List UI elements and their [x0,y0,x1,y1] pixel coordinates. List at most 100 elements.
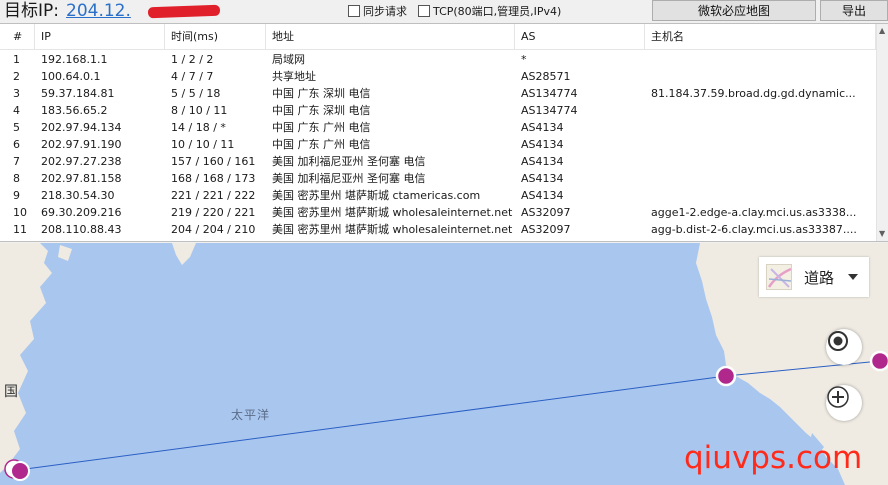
row-ip: 100.64.0.1 [41,70,101,83]
row-index: 3 [13,87,20,100]
row-ip: 183.56.65.2 [41,104,108,117]
row-address: 美国 密苏里州 堪萨斯城 wholesaleinternet.net [272,223,513,236]
row-hostname [645,170,876,187]
table-row[interactable]: 7 202.97.27.238 157 / 160 / 161 美国 加利福尼亚州 圣… [0,153,876,170]
row-index: 7 [13,155,20,168]
tcp-checkbox[interactable]: TCP(80端口,管理员,IPv4) [418,3,561,19]
row-address: 美国 密苏里州 堪萨斯城 wholesaleinternet.net [272,206,513,219]
row-index: 8 [13,172,20,185]
table-row[interactable]: 2 100.64.0.1 4 / 7 / 7 共享地址 AS28571 [0,68,876,85]
table-row[interactable]: 1 192.168.1.1 1 / 2 / 2 局域网 * [0,51,876,68]
table-row[interactable]: 4 183.56.65.2 8 / 10 / 11 中国 广东 深圳 电信 AS1347… [0,102,876,119]
row-as: AS4134 [521,155,564,168]
row-ip: 202.97.94.134 [41,121,122,134]
row-as: AS4134 [521,121,564,134]
table-row[interactable]: 8 202.97.81.158 168 / 168 / 173 美国 加利福尼亚州 圣… [0,170,876,187]
table-header: # IP 时间(ms) 地址 AS 主机名 [0,24,876,50]
row-index: 10 [13,206,27,219]
hop-marker-china[interactable] [4,459,30,481]
row-hostname: 81.184.37.59.broad.dg.gd.dynamic... [651,87,856,100]
row-hostname [645,51,876,68]
row-ip: 208.110.88.43 [41,223,122,236]
table-row[interactable]: 9 218.30.54.30 221 / 221 / 222 美国 密苏里州 堪萨斯城… [0,187,876,204]
row-index: 9 [13,189,20,202]
row-index: 2 [13,70,20,83]
row-hostname [645,119,876,136]
sync-request-checkbox-box[interactable] [348,5,360,17]
route-map[interactable]: 国 太平洋 道路 qiuvps.com [0,243,888,485]
row-address: 中国 广东 深圳 电信 [272,87,371,100]
scroll-down-arrow-icon[interactable]: ▼ [879,229,885,238]
row-address: 中国 广东 广州 电信 [272,121,371,134]
row-hostname [645,68,876,85]
row-address: 共享地址 [272,70,316,83]
row-address: 美国 加利福尼亚州 圣何塞 电信 [272,172,426,185]
row-as: * [521,53,527,66]
row-ip: 69.30.209.216 [41,206,122,219]
column-header-as[interactable]: AS [515,24,645,49]
row-ip: 202.97.27.238 [41,155,122,168]
road-map-icon [766,264,792,290]
hop-marker-kansas-city[interactable] [869,350,888,372]
row-time: 4 / 7 / 7 [171,70,214,83]
row-address: 中国 广东 广州 电信 [272,138,371,151]
column-header-time[interactable]: 时间(ms) [165,24,266,49]
sync-request-label: 同步请求 [363,5,407,18]
row-time: 10 / 10 / 11 [171,138,235,151]
row-as: AS134774 [521,87,578,100]
column-header-address[interactable]: 地址 [266,24,515,49]
top-bar: 目标IP: 204.12. 同步请求 TCP(80端口,管理员,IPv4) 微软… [0,0,888,23]
bing-map-button[interactable]: 微软必应地图 [652,0,816,21]
sync-request-checkbox[interactable]: 同步请求 [348,3,407,19]
target-ip-label: 目标IP: [4,1,59,21]
row-time: 5 / 5 / 18 [171,87,221,100]
row-ip: 59.37.184.81 [41,87,115,100]
column-header-ip[interactable]: IP [35,24,165,49]
route-table: # IP 时间(ms) 地址 AS 主机名 1 192.168.1.1 1 / 2 … [0,23,888,242]
row-as: AS134774 [521,104,578,117]
row-index: 5 [13,121,20,134]
export-button[interactable]: 导出 [820,0,888,21]
row-time: 14 / 18 / * [171,121,226,134]
row-time: 1 / 2 / 2 [171,53,214,66]
row-index: 1 [13,53,20,66]
row-time: 157 / 160 / 161 [171,155,256,168]
tcp-checkbox-box[interactable] [418,5,430,17]
table-row[interactable]: 5 202.97.94.134 14 / 18 / * 中国 广东 广州 电信 AS41… [0,119,876,136]
row-address: 局域网 [272,53,305,66]
row-as: AS4134 [521,172,564,185]
watermark: qiuvps.com [684,440,863,476]
locate-button[interactable] [826,329,862,365]
row-hostname: agge1-2.edge-a.clay.mci.us.as3338... [651,206,857,219]
row-as: AS4134 [521,189,564,202]
row-ip: 202.97.81.158 [41,172,122,185]
row-hostname [645,136,876,153]
row-as: AS32097 [521,223,571,236]
besttrace-window: 目标IP: 204.12. 同步请求 TCP(80端口,管理员,IPv4) 微软… [0,0,888,485]
table-row[interactable]: 11 208.110.88.43 204 / 204 / 210 美国 密苏里州 堪萨… [0,221,876,238]
table-scrollbar[interactable]: ▲ ▼ [876,24,888,241]
hop-marker-china-dot [10,461,30,481]
table-row[interactable]: 3 59.37.184.81 5 / 5 / 18 中国 广东 深圳 电信 AS1347… [0,85,876,102]
row-index: 4 [13,104,20,117]
row-as: AS4134 [521,138,564,151]
row-index: 11 [13,223,27,236]
row-time: 221 / 221 / 222 [171,189,256,202]
column-header-index[interactable]: # [0,24,35,49]
table-row[interactable]: 6 202.97.91.190 10 / 10 / 11 中国 广东 广州 电信 AS4… [0,136,876,153]
plus-icon [827,386,849,408]
table-row[interactable]: 10 69.30.209.216 219 / 220 / 221 美国 密苏里州 堪萨… [0,204,876,221]
ocean-label: 太平洋 [231,408,271,422]
row-hostname: agg-b.dist-2-6.clay.mci.us.as33387.... [651,223,857,236]
row-time: 8 / 10 / 11 [171,104,228,117]
map-style-selector[interactable]: 道路 [759,257,869,297]
table-body: 1 192.168.1.1 1 / 2 / 2 局域网 * 2 100.64.0.1 4 / … [0,51,876,238]
row-address: 美国 加利福尼亚州 圣何塞 电信 [272,155,426,168]
column-header-hostname[interactable]: 主机名 [645,24,876,49]
target-ip-link[interactable]: 204.12. [66,0,131,22]
row-index: 6 [13,138,20,151]
scroll-up-arrow-icon[interactable]: ▲ [879,26,885,35]
row-time: 168 / 168 / 173 [171,172,256,185]
zoom-in-button[interactable] [826,385,862,421]
hop-marker-san-jose[interactable] [715,365,737,387]
